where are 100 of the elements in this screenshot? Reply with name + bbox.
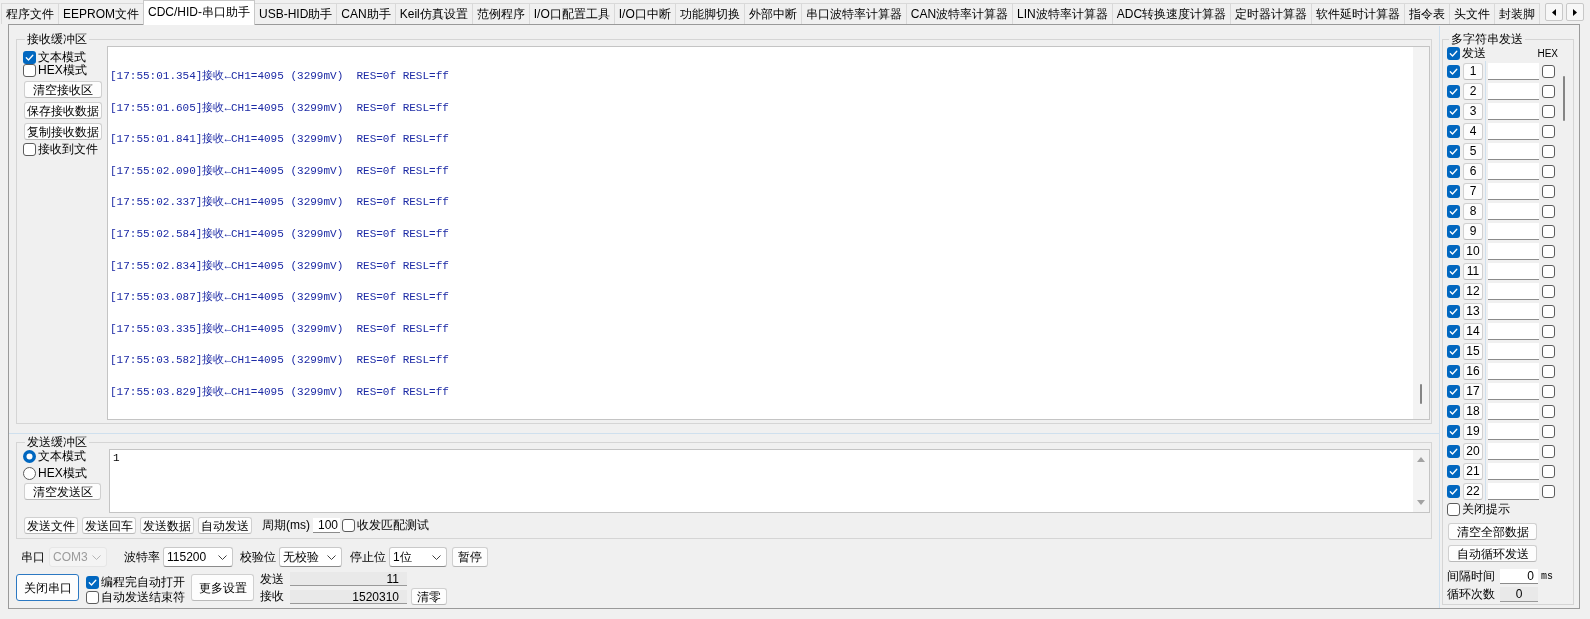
checkbox-icon[interactable]: [1542, 264, 1555, 278]
checkbox-icon[interactable]: [23, 143, 36, 156]
string-input-field[interactable]: [1488, 202, 1539, 220]
row-number-button[interactable]: 12: [1463, 282, 1483, 300]
checkbox-icon[interactable]: [1542, 144, 1555, 158]
row-number-button[interactable]: 1: [1463, 62, 1483, 80]
row-number-button[interactable]: 2: [1463, 82, 1483, 100]
checkbox-option[interactable]: 自动发送结束符: [86, 591, 186, 604]
row-number-button[interactable]: 16: [1463, 362, 1483, 380]
string-input-field[interactable]: [1488, 162, 1539, 180]
checkbox-icon[interactable]: [1542, 104, 1555, 118]
checkbox-option[interactable]: HEX模式: [23, 64, 87, 77]
checkbox-icon[interactable]: [1447, 484, 1460, 498]
send-action-button[interactable]: 发送文件: [24, 517, 78, 534]
string-input-field[interactable]: [1488, 62, 1539, 80]
string-input-field[interactable]: [1488, 402, 1539, 420]
multi-action-button[interactable]: 自动循环发送: [1448, 545, 1537, 562]
checkbox-icon[interactable]: [1447, 324, 1460, 338]
checkbox-icon[interactable]: [1447, 464, 1460, 478]
send-action-button[interactable]: 自动发送: [198, 517, 252, 534]
row-number-button[interactable]: 14: [1463, 322, 1483, 340]
checkbox-icon[interactable]: [1542, 244, 1555, 258]
row-number-button[interactable]: 8: [1463, 202, 1483, 220]
receive-action-button[interactable]: 复制接收数据: [24, 123, 102, 140]
close-port-button[interactable]: 关闭串口: [16, 574, 79, 601]
receive-action-button[interactable]: 清空接收区: [24, 81, 102, 98]
checkbox-icon[interactable]: [1542, 344, 1555, 358]
checkbox-icon[interactable]: [1447, 124, 1460, 138]
row-number-button[interactable]: 10: [1463, 242, 1483, 260]
checkbox-icon[interactable]: [1447, 47, 1460, 60]
radio-icon[interactable]: [23, 467, 36, 480]
row-number-button[interactable]: 22: [1463, 482, 1483, 500]
checkbox-icon[interactable]: [23, 64, 36, 77]
checkbox-icon[interactable]: [1542, 284, 1555, 298]
row-number-button[interactable]: 9: [1463, 222, 1483, 240]
checkbox-option[interactable]: 关闭提示: [1447, 503, 1510, 516]
row-number-button[interactable]: 3: [1463, 102, 1483, 120]
interval-input-field[interactable]: 0: [1500, 569, 1538, 584]
row-number-button[interactable]: 4: [1463, 122, 1483, 140]
string-input-field[interactable]: [1488, 142, 1539, 160]
checkbox-icon[interactable]: [1447, 284, 1460, 298]
row-number-button[interactable]: 6: [1463, 162, 1483, 180]
checkbox-icon[interactable]: [23, 51, 36, 64]
checkbox-option[interactable]: 接收到文件: [23, 143, 98, 156]
pause-button[interactable]: 暂停: [452, 547, 488, 567]
string-input-field[interactable]: [1488, 482, 1539, 500]
more-settings-button[interactable]: 更多设置: [191, 574, 254, 601]
string-input-field[interactable]: [1488, 362, 1539, 380]
string-input-field[interactable]: [1488, 322, 1539, 340]
checkbox-icon[interactable]: [1542, 404, 1555, 418]
string-input-field[interactable]: [1488, 462, 1539, 480]
string-input-field[interactable]: [1488, 282, 1539, 300]
checkbox-icon[interactable]: [1542, 484, 1555, 498]
row-number-button[interactable]: 7: [1463, 182, 1483, 200]
checkbox-icon[interactable]: [1542, 124, 1555, 138]
checkbox-icon[interactable]: [1447, 244, 1460, 258]
string-input-field[interactable]: [1488, 222, 1539, 240]
tab[interactable]: CDC/HID-串口助手: [143, 0, 255, 25]
checkbox-icon[interactable]: [1447, 264, 1460, 278]
tab-scroll-left-button[interactable]: [1545, 3, 1563, 21]
checkbox-icon[interactable]: [1542, 64, 1555, 78]
checkbox-icon[interactable]: [1542, 384, 1555, 398]
string-input-field[interactable]: [1488, 262, 1539, 280]
checkbox-icon[interactable]: [1447, 424, 1460, 438]
checkbox-icon[interactable]: [1542, 424, 1555, 438]
row-number-button[interactable]: 21: [1463, 462, 1483, 480]
tab[interactable]: 封装脚: [1494, 3, 1541, 24]
checkbox-icon[interactable]: [1447, 344, 1460, 358]
checkbox-icon[interactable]: [1447, 184, 1460, 198]
checkbox-icon[interactable]: [1447, 144, 1460, 158]
string-input-field[interactable]: [1488, 182, 1539, 200]
multi-action-button[interactable]: 清空全部数据: [1448, 523, 1537, 540]
row-number-button[interactable]: 17: [1463, 382, 1483, 400]
checkbox-icon[interactable]: [1542, 304, 1555, 318]
checkbox-option[interactable]: 收发匹配测试: [342, 519, 429, 532]
string-input-field[interactable]: [1488, 382, 1539, 400]
checkbox-option[interactable]: 文本模式: [23, 51, 86, 64]
string-input-field[interactable]: [1488, 122, 1539, 140]
checkbox-icon[interactable]: [1447, 64, 1460, 78]
period-input-field[interactable]: 100: [313, 518, 340, 533]
checkbox-icon[interactable]: [342, 519, 355, 532]
string-input-field[interactable]: [1488, 242, 1539, 260]
checkbox-icon[interactable]: [1542, 164, 1555, 178]
row-number-button[interactable]: 18: [1463, 402, 1483, 420]
checkbox-icon[interactable]: [1447, 384, 1460, 398]
checkbox-icon[interactable]: [1447, 224, 1460, 238]
checkbox-icon[interactable]: [1447, 364, 1460, 378]
row-number-button[interactable]: 13: [1463, 302, 1483, 320]
checkbox-icon[interactable]: [1447, 304, 1460, 318]
checkbox-icon[interactable]: [1542, 184, 1555, 198]
tab-scroll-right-button[interactable]: [1566, 3, 1584, 21]
string-input-field[interactable]: [1488, 442, 1539, 460]
checkbox-icon[interactable]: [1542, 204, 1555, 218]
checkbox-option[interactable]: 编程完自动打开: [86, 576, 186, 589]
radio-option[interactable]: 文本模式: [23, 450, 86, 463]
checkbox-icon[interactable]: [1447, 84, 1460, 98]
string-input-field[interactable]: [1488, 82, 1539, 100]
checkbox-icon[interactable]: [1542, 84, 1555, 98]
scrollbar-thumb[interactable]: [1562, 76, 1565, 121]
reset-counter-button[interactable]: 清零: [411, 588, 447, 605]
